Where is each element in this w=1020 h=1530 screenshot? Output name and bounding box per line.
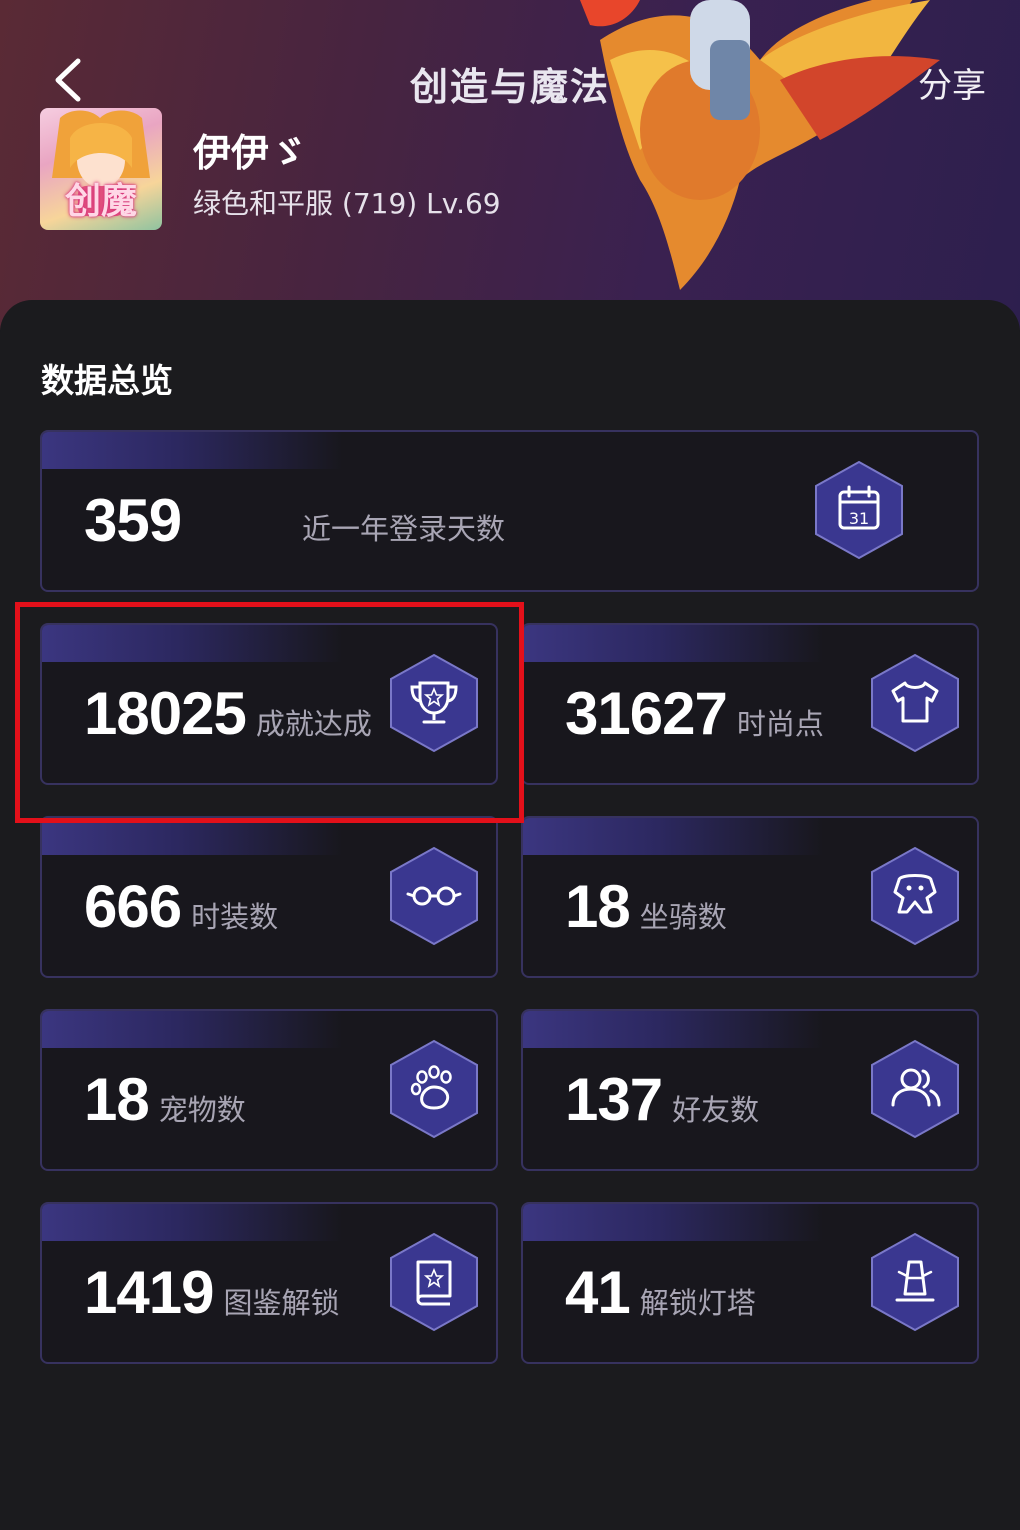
section-title: 数据总览 [41, 361, 173, 400]
trophy-icon [390, 653, 478, 753]
stat-value-line: 18025 成就达成 [84, 679, 372, 748]
stat-value-line: 41 解锁灯塔 [565, 1258, 756, 1327]
stat-value-line: 137 好友数 [565, 1065, 759, 1134]
server-level-info: 绿色和平服 (719) Lv.69 [193, 187, 501, 220]
stat-value-line: 18 坐骑数 [565, 872, 727, 941]
stat-label: 成就达成 [255, 707, 372, 741]
stat-value: 666 [84, 873, 182, 940]
stat-card-login-days[interactable]: 359 近一年登录天数 31 [40, 430, 979, 592]
stat-value: 137 [565, 1066, 663, 1133]
stat-card-collection[interactable]: 1419 图鉴解锁 [40, 1202, 498, 1364]
stat-label: 解锁灯塔 [639, 1286, 756, 1320]
phoenix-rider-artwork [580, 0, 940, 290]
stat-label: 时装数 [191, 900, 279, 934]
stat-value: 18025 [84, 680, 247, 747]
page-title: 创造与魔法 [409, 65, 610, 109]
glasses-icon [390, 846, 478, 946]
avatar[interactable]: 创魔 [40, 108, 162, 230]
stat-card-pets[interactable]: 18 宠物数 [40, 1009, 498, 1171]
stat-value: 1419 [84, 1259, 214, 1326]
stat-label: 图鉴解锁 [223, 1286, 340, 1320]
stat-value-line: 18 宠物数 [84, 1065, 246, 1134]
paw-icon [390, 1039, 478, 1139]
username: 伊伊ゞ [193, 131, 308, 175]
stat-label: 坐骑数 [639, 900, 727, 934]
stat-value: 18 [84, 1066, 150, 1133]
stat-value: 359 [84, 487, 182, 554]
stat-value: 31627 [565, 680, 728, 747]
lighthouse-icon [871, 1232, 959, 1332]
profile-header: 创造与魔法 分享 创魔 伊伊ゞ 绿色和平服 (719) Lv.69 [0, 0, 1020, 330]
stat-card-lighthouses[interactable]: 41 解锁灯塔 [521, 1202, 979, 1364]
share-button[interactable]: 分享 [918, 58, 986, 107]
avatar-logo-text: 创魔 [64, 181, 137, 222]
mount-icon [871, 846, 959, 946]
stat-label: 近一年登录天数 [302, 512, 506, 546]
friends-icon [871, 1039, 959, 1139]
stat-value: 18 [565, 873, 631, 940]
stat-value-line: 666 时装数 [84, 872, 278, 941]
stat-value: 41 [565, 1259, 631, 1326]
stat-label: 时尚点 [736, 707, 824, 741]
stat-value-line: 31627 时尚点 [565, 679, 824, 748]
stat-value-line: 1419 图鉴解锁 [84, 1258, 340, 1327]
stat-label: 好友数 [672, 1093, 760, 1127]
stat-card-friends[interactable]: 137 好友数 [521, 1009, 979, 1171]
tshirt-icon [871, 653, 959, 753]
stat-card-mounts[interactable]: 18 坐骑数 [521, 816, 979, 978]
stat-card-outfits[interactable]: 666 时装数 [40, 816, 498, 978]
stat-card-fashion-points[interactable]: 31627 时尚点 [521, 623, 979, 785]
book-icon [390, 1232, 478, 1332]
stat-label: 宠物数 [158, 1093, 246, 1127]
stat-card-achievements[interactable]: 18025 成就达成 [40, 623, 498, 785]
calendar-icon: 31 [815, 460, 903, 560]
calendar-day-text: 31 [849, 509, 869, 528]
